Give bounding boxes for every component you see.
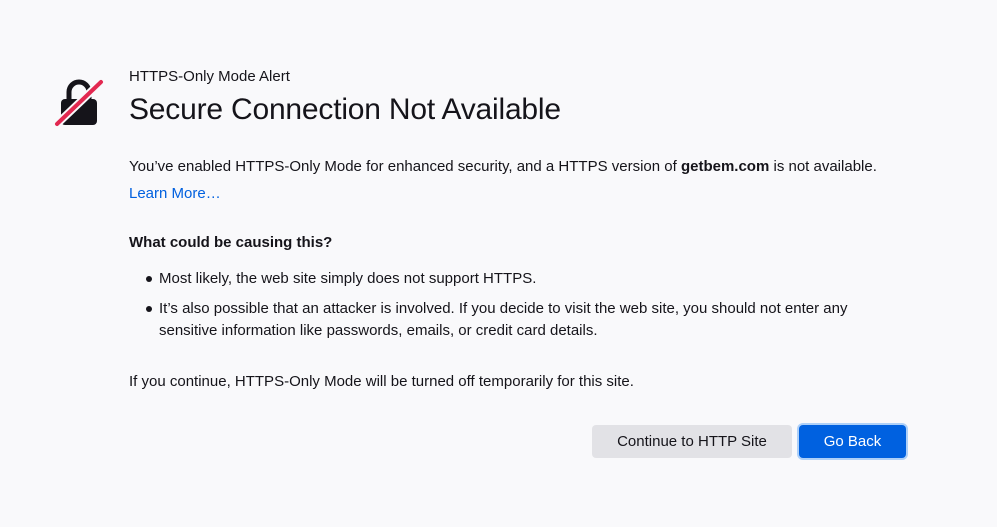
intro-text-before: You’ve enabled HTTPS-Only Mode for enhan…: [129, 158, 681, 175]
bullet-icon: [146, 276, 152, 282]
https-only-error-page: HTTPS-Only Mode Alert Secure Connection …: [0, 0, 997, 527]
footer-note: If you continue, HTTPS-Only Mode will be…: [129, 373, 634, 390]
page-title: Secure Connection Not Available: [129, 93, 561, 126]
intro-text: You’ve enabled HTTPS-Only Mode for enhan…: [129, 157, 877, 177]
continue-to-http-button[interactable]: Continue to HTTP Site: [592, 425, 792, 458]
bullet-icon: [146, 306, 152, 312]
cause-text: Most likely, the web site simply does no…: [159, 270, 537, 287]
go-back-button[interactable]: Go Back: [799, 425, 906, 458]
causes-list: Most likely, the web site simply does no…: [129, 268, 899, 350]
alert-content: HTTPS-Only Mode Alert Secure Connection …: [129, 68, 929, 390]
intro-text-after: is not available.: [769, 158, 877, 175]
learn-more-link[interactable]: Learn More…: [129, 184, 221, 204]
cause-text: It’s also possible that an attacker is i…: [159, 300, 848, 339]
causes-heading: What could be causing this?: [129, 234, 333, 251]
alert-eyebrow: HTTPS-Only Mode Alert: [129, 68, 290, 85]
lock-broken-icon: [53, 78, 105, 128]
list-item: It’s also possible that an attacker is i…: [129, 298, 899, 342]
list-item: Most likely, the web site simply does no…: [129, 268, 899, 290]
site-domain: getbem.com: [680, 158, 770, 175]
